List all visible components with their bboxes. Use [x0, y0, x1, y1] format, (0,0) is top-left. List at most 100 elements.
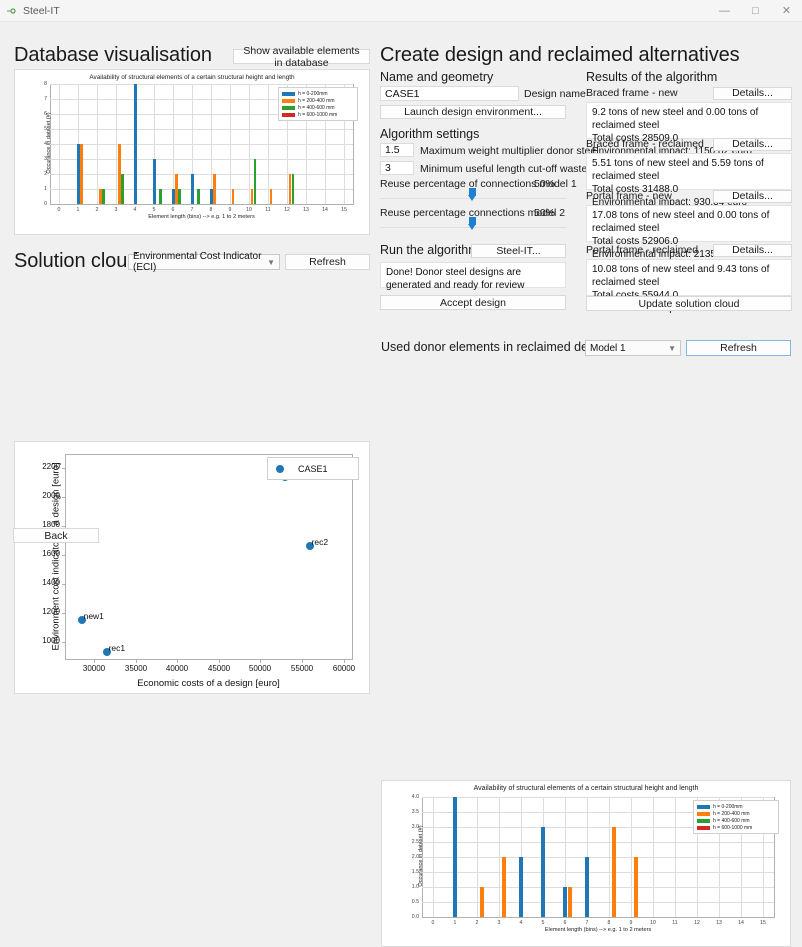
y-tick-label: 2 — [44, 171, 47, 177]
grid-line — [422, 872, 774, 873]
details-button[interactable]: Details... — [713, 86, 792, 100]
y-tick-label: 2.0 — [411, 854, 419, 860]
y-tick-label: 0.0 — [411, 914, 419, 920]
window-titlebar: Steel-IT — □ ✕ — [0, 0, 802, 22]
details-button[interactable]: Details... — [713, 189, 792, 203]
axis-line — [65, 454, 352, 455]
y-tick-label: 8 — [44, 81, 47, 87]
x-tick-label: 5 — [152, 207, 156, 213]
max-weight-multiplier-input[interactable]: 1.5 — [380, 143, 414, 157]
x-tick-label: 60000 — [332, 664, 356, 673]
legend-label: h = 200-400 mm — [713, 810, 750, 817]
bar — [269, 189, 273, 204]
chevron-down-icon: ▼ — [267, 257, 275, 267]
y-tick-mark — [62, 468, 65, 469]
maximize-icon[interactable]: □ — [740, 0, 771, 21]
accept-design-button[interactable]: Accept design — [380, 295, 566, 310]
x-tick-label: 0 — [57, 207, 61, 213]
legend-swatch — [282, 91, 295, 96]
chart-legend: h = 0-200mm h = 200-400 mm h = 400-600 mm h… — [278, 87, 358, 121]
bar — [453, 797, 457, 917]
close-icon[interactable]: ✕ — [771, 0, 802, 21]
database-histogram-chart: Availability of structural elements of a… — [14, 69, 370, 235]
donor-refresh-button[interactable]: Refresh — [686, 340, 791, 356]
bar — [479, 887, 484, 917]
grid-line — [50, 174, 353, 175]
y-tick-label: 0 — [44, 201, 47, 207]
grid-line — [173, 84, 174, 204]
run-algorithm-button[interactable]: Steel-IT... — [471, 244, 566, 258]
legend-label: h = 400-600 mm — [713, 817, 750, 824]
x-tick-mark — [219, 660, 220, 663]
reuse-model1-slider-thumb[interactable] — [468, 188, 477, 201]
legend-swatch — [282, 112, 295, 117]
x-tick-mark — [260, 660, 261, 663]
algorithm-settings-heading: Algorithm settings — [380, 127, 480, 141]
x-tick-label: 4 — [519, 920, 523, 926]
bar — [121, 174, 124, 204]
solution-cloud-refresh-button[interactable]: Refresh — [285, 254, 370, 270]
histogram-plot-area: 0.0 0.5 1.0 1.5 2.0 2.5 3.0 3.5 4.0 0 1 2 3 4 5 6 7 8 9 10 1… — [382, 781, 790, 946]
y-tick-mark — [62, 613, 65, 614]
x-tick-label: 12 — [284, 207, 290, 213]
solution-cloud-header: Solution cloud — [14, 250, 138, 272]
x-axis-label: Economic costs of a design [euro] — [137, 678, 280, 689]
launch-design-environment-button[interactable]: Launch design environment... — [380, 105, 566, 119]
legend-item: h = 600-1000 mm — [282, 111, 354, 118]
scatter-point-label: rec2 — [311, 536, 329, 547]
legend-label: h = 400-600 mm — [298, 104, 335, 111]
minimize-icon[interactable]: — — [709, 0, 740, 21]
bar — [611, 827, 616, 917]
grid-line — [50, 189, 353, 190]
grid-line — [631, 797, 632, 917]
bar — [563, 887, 567, 917]
x-tick-label: 1 — [76, 207, 80, 213]
legend-swatch — [697, 811, 710, 816]
design-name-input[interactable]: CASE1 — [380, 86, 519, 101]
min-useful-length-input[interactable]: 3 — [380, 161, 414, 175]
bar — [567, 887, 572, 917]
legend-label: h = 600-1000 mm — [298, 111, 338, 118]
algorithm-status-text: Done! Donor steel designs are generated … — [380, 262, 566, 291]
solution-cloud-metric-select[interactable]: Environmental Cost Indicator (ECI) ▼ — [128, 251, 280, 273]
y-tick-label: 6 — [44, 111, 47, 117]
x-tick-label: 10 — [246, 207, 252, 213]
bar — [501, 857, 506, 917]
grid-line — [268, 84, 269, 204]
update-solution-cloud-button[interactable]: Update solution cloud — [586, 296, 792, 311]
x-tick-label: 45000 — [207, 664, 231, 673]
y-axis-label: Environment cost indicator of a design [… — [50, 462, 62, 650]
result-line-1: 9.2 tons of new steel and 0.00 tons of r… — [592, 107, 759, 131]
axis-line — [65, 454, 66, 659]
x-tick-label: 8 — [209, 207, 213, 213]
details-button[interactable]: Details... — [713, 137, 792, 151]
donor-model-select[interactable]: Model 1 ▼ — [585, 340, 681, 356]
result-body: 9.2 tons of new steel and 0.00 tons of r… — [586, 102, 792, 157]
y-tick-label: 4.0 — [411, 794, 419, 800]
x-tick-label: 9 — [629, 920, 633, 926]
x-tick-label: 6 — [563, 920, 567, 926]
back-button[interactable]: Back — [13, 528, 99, 543]
grid-line — [422, 902, 774, 903]
x-tick-mark — [94, 660, 95, 663]
y-axis-label: Occurance in dataset (#) — [46, 112, 52, 174]
y-tick-label: 1.5 — [411, 869, 419, 875]
grid-line — [609, 797, 610, 917]
details-button[interactable]: Details... — [713, 243, 792, 257]
y-tick-label: 3.0 — [411, 824, 419, 830]
donor-histogram-chart: Availability of structural elements of a… — [381, 780, 791, 947]
y-axis-label: Occurance in dataset (#) — [418, 825, 424, 887]
legend-swatch — [276, 464, 284, 473]
y-tick-label: 4 — [44, 141, 47, 147]
result-line-1: 5.51 tons of new steel and 5.59 tons of … — [592, 158, 764, 182]
create-design-title: Create design and reclaimed alternatives — [380, 44, 740, 66]
y-tick-mark — [62, 642, 65, 643]
reuse-model2-slider-thumb[interactable] — [468, 217, 477, 230]
x-tick-label: 1 — [453, 920, 457, 926]
x-tick-label: 50000 — [248, 664, 272, 673]
axis-line — [65, 659, 352, 660]
y-tick-label: 5 — [44, 126, 47, 132]
x-tick-label: 4 — [133, 207, 137, 213]
show-available-elements-button[interactable]: Show available elements in database — [233, 45, 370, 69]
create-design-header: Create design and reclaimed alternatives — [380, 44, 790, 66]
